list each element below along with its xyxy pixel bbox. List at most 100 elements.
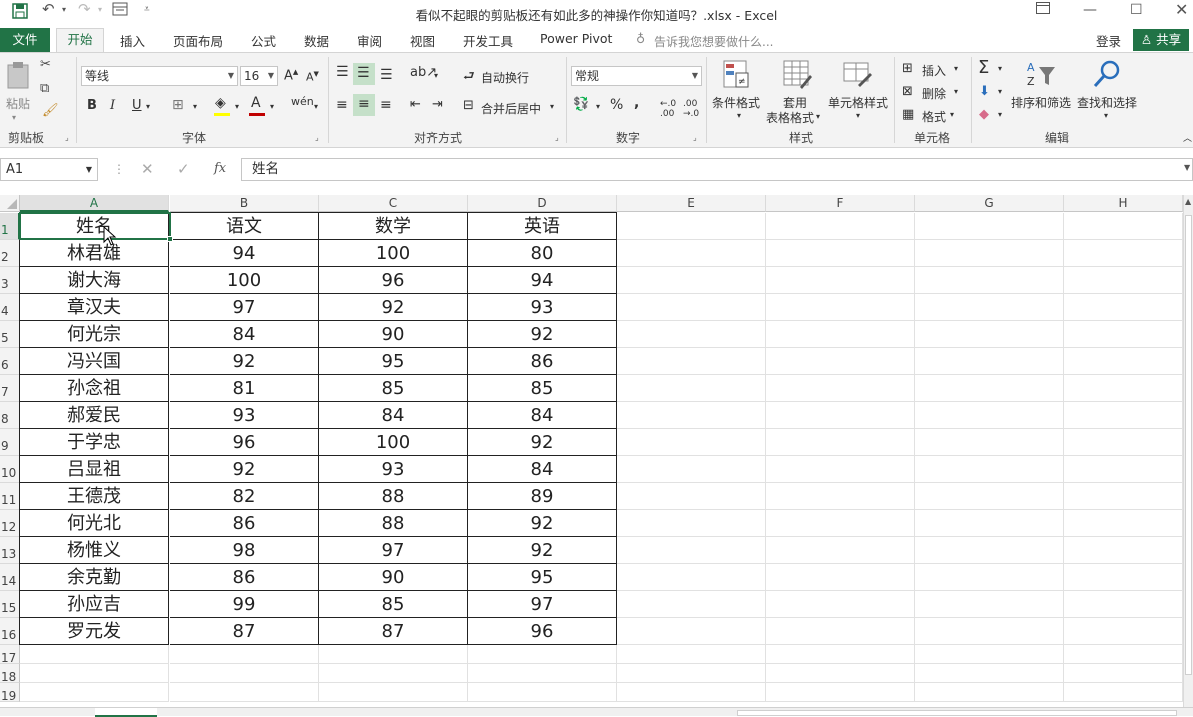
cell-c2[interactable]: 100 — [319, 240, 468, 267]
row-header[interactable]: 8 — [0, 402, 20, 429]
cell-b12[interactable]: 86 — [170, 510, 319, 537]
clear-dropdown-icon[interactable]: ▾ — [998, 110, 1002, 119]
cell-h10[interactable] — [1064, 456, 1183, 483]
cell-g17[interactable] — [915, 645, 1064, 664]
cell-b7[interactable]: 81 — [170, 375, 319, 402]
font-size-select[interactable]: 16 ▼ — [240, 66, 278, 86]
percent-button[interactable]: % — [610, 97, 623, 113]
maximize-icon[interactable]: ☐ — [1130, 2, 1143, 18]
fill-handle[interactable] — [167, 236, 173, 242]
cell-c19[interactable] — [319, 683, 468, 702]
autosum-icon[interactable]: Σ — [978, 57, 989, 78]
cell-c8[interactable]: 84 — [319, 402, 468, 429]
cell-b10[interactable]: 92 — [170, 456, 319, 483]
row-header[interactable]: 3 — [0, 267, 20, 294]
row-header[interactable]: 2 — [0, 240, 20, 267]
cell-e1[interactable] — [617, 213, 766, 240]
cell-g3[interactable] — [915, 267, 1064, 294]
decrease-decimal-icon[interactable]: .00 →.0 — [683, 99, 699, 119]
sort-filter-button[interactable]: 排序和筛选 — [1011, 94, 1071, 111]
cell-a12[interactable]: 何光北 — [19, 510, 169, 537]
decrease-font-icon[interactable]: A▼ — [306, 70, 319, 84]
cell-f14[interactable] — [766, 564, 915, 591]
align-center-active[interactable]: ≡ — [353, 94, 375, 116]
cell-b3[interactable]: 100 — [170, 267, 319, 294]
tab-power-pivot[interactable]: Power Pivot — [540, 31, 612, 46]
cell-e7[interactable] — [617, 375, 766, 402]
increase-indent-icon[interactable]: ⇥ — [432, 97, 443, 112]
cell-b6[interactable]: 92 — [170, 348, 319, 375]
format-as-table-label-2[interactable]: 表格格式 — [766, 109, 814, 126]
cell-e14[interactable] — [617, 564, 766, 591]
number-launcher-icon[interactable]: ⌟ — [693, 133, 697, 142]
cell-a6[interactable]: 冯兴国 — [19, 348, 169, 375]
merge-dropdown-icon[interactable]: ▾ — [550, 102, 554, 111]
cell-g16[interactable] — [915, 618, 1064, 645]
conditional-formatting-button[interactable]: 条件格式 — [712, 94, 760, 111]
cell-e6[interactable] — [617, 348, 766, 375]
cell-e13[interactable] — [617, 537, 766, 564]
cell-b11[interactable]: 82 — [170, 483, 319, 510]
cell-h9[interactable] — [1064, 429, 1183, 456]
cell-b4[interactable]: 97 — [170, 294, 319, 321]
row-header[interactable]: 17 — [0, 645, 20, 665]
cell-a15[interactable]: 孙应吉 — [19, 591, 169, 618]
cell-a2[interactable]: 林君雄 — [19, 240, 169, 267]
row-header[interactable]: 14 — [0, 564, 20, 591]
delete-cells-icon[interactable]: ⊠ — [902, 84, 913, 99]
cell-b13[interactable]: 98 — [170, 537, 319, 564]
row-header[interactable]: 10 — [0, 456, 20, 483]
row-header[interactable]: 19 — [0, 683, 20, 703]
tell-me-search[interactable]: 告诉我您想要做什么... — [654, 33, 773, 50]
insert-cells-icon[interactable]: ⊞ — [902, 61, 913, 76]
conditional-formatting-icon[interactable]: ≠ — [722, 59, 752, 91]
row-header[interactable]: 13 — [0, 537, 20, 564]
paste-label[interactable]: 粘贴 — [6, 95, 30, 112]
cell-c12[interactable]: 88 — [319, 510, 468, 537]
format-cells-button[interactable]: 格式 — [922, 108, 946, 125]
cell-c17[interactable] — [319, 645, 468, 664]
cell-h14[interactable] — [1064, 564, 1183, 591]
cell-g13[interactable] — [915, 537, 1064, 564]
cell-a8[interactable]: 郝爱民 — [19, 402, 169, 429]
cell-f6[interactable] — [766, 348, 915, 375]
cut-icon[interactable]: ✂ — [40, 57, 51, 72]
fill-color-icon[interactable]: ◈ — [215, 95, 226, 111]
expand-formula-icon[interactable]: ▼ — [1184, 163, 1190, 172]
comma-button[interactable]: , — [634, 95, 639, 111]
cell-e10[interactable] — [617, 456, 766, 483]
row-header[interactable]: 12 — [0, 510, 20, 537]
cell-d5[interactable]: 92 — [468, 321, 617, 348]
merge-center-button[interactable]: 合并后居中 — [481, 100, 541, 117]
cancel-icon[interactable]: ✕ — [141, 160, 154, 178]
cell-h13[interactable] — [1064, 537, 1183, 564]
cell-e8[interactable] — [617, 402, 766, 429]
cell-g14[interactable] — [915, 564, 1064, 591]
sign-in-link[interactable]: 登录 — [1096, 31, 1121, 50]
scrollbar-thumb[interactable] — [1185, 215, 1192, 675]
cell-g5[interactable] — [915, 321, 1064, 348]
find-select-icon[interactable] — [1092, 59, 1122, 89]
cell-g10[interactable] — [915, 456, 1064, 483]
cell-b2[interactable]: 94 — [170, 240, 319, 267]
cell-h4[interactable] — [1064, 294, 1183, 321]
cell-f15[interactable] — [766, 591, 915, 618]
cell-f7[interactable] — [766, 375, 915, 402]
cell-d17[interactable] — [468, 645, 617, 664]
increase-decimal-icon[interactable]: ←.0.00 — [660, 99, 676, 119]
cell-h8[interactable] — [1064, 402, 1183, 429]
row-header[interactable]: 5 — [0, 321, 20, 348]
cell-g15[interactable] — [915, 591, 1064, 618]
cell-d7[interactable]: 85 — [468, 375, 617, 402]
cell-styles-icon[interactable] — [842, 59, 872, 91]
cell-b14[interactable]: 86 — [170, 564, 319, 591]
cell-d14[interactable]: 95 — [468, 564, 617, 591]
row-header[interactable]: 9 — [0, 429, 20, 456]
cell-h16[interactable] — [1064, 618, 1183, 645]
cell-a5[interactable]: 何光宗 — [19, 321, 169, 348]
align-right-icon[interactable]: ≡ — [380, 97, 392, 113]
row-header[interactable]: 11 — [0, 483, 20, 510]
collapse-ribbon-icon[interactable]: ︿ — [1183, 131, 1192, 144]
clear-icon[interactable]: ◆ — [979, 107, 989, 122]
cell-d13[interactable]: 92 — [468, 537, 617, 564]
